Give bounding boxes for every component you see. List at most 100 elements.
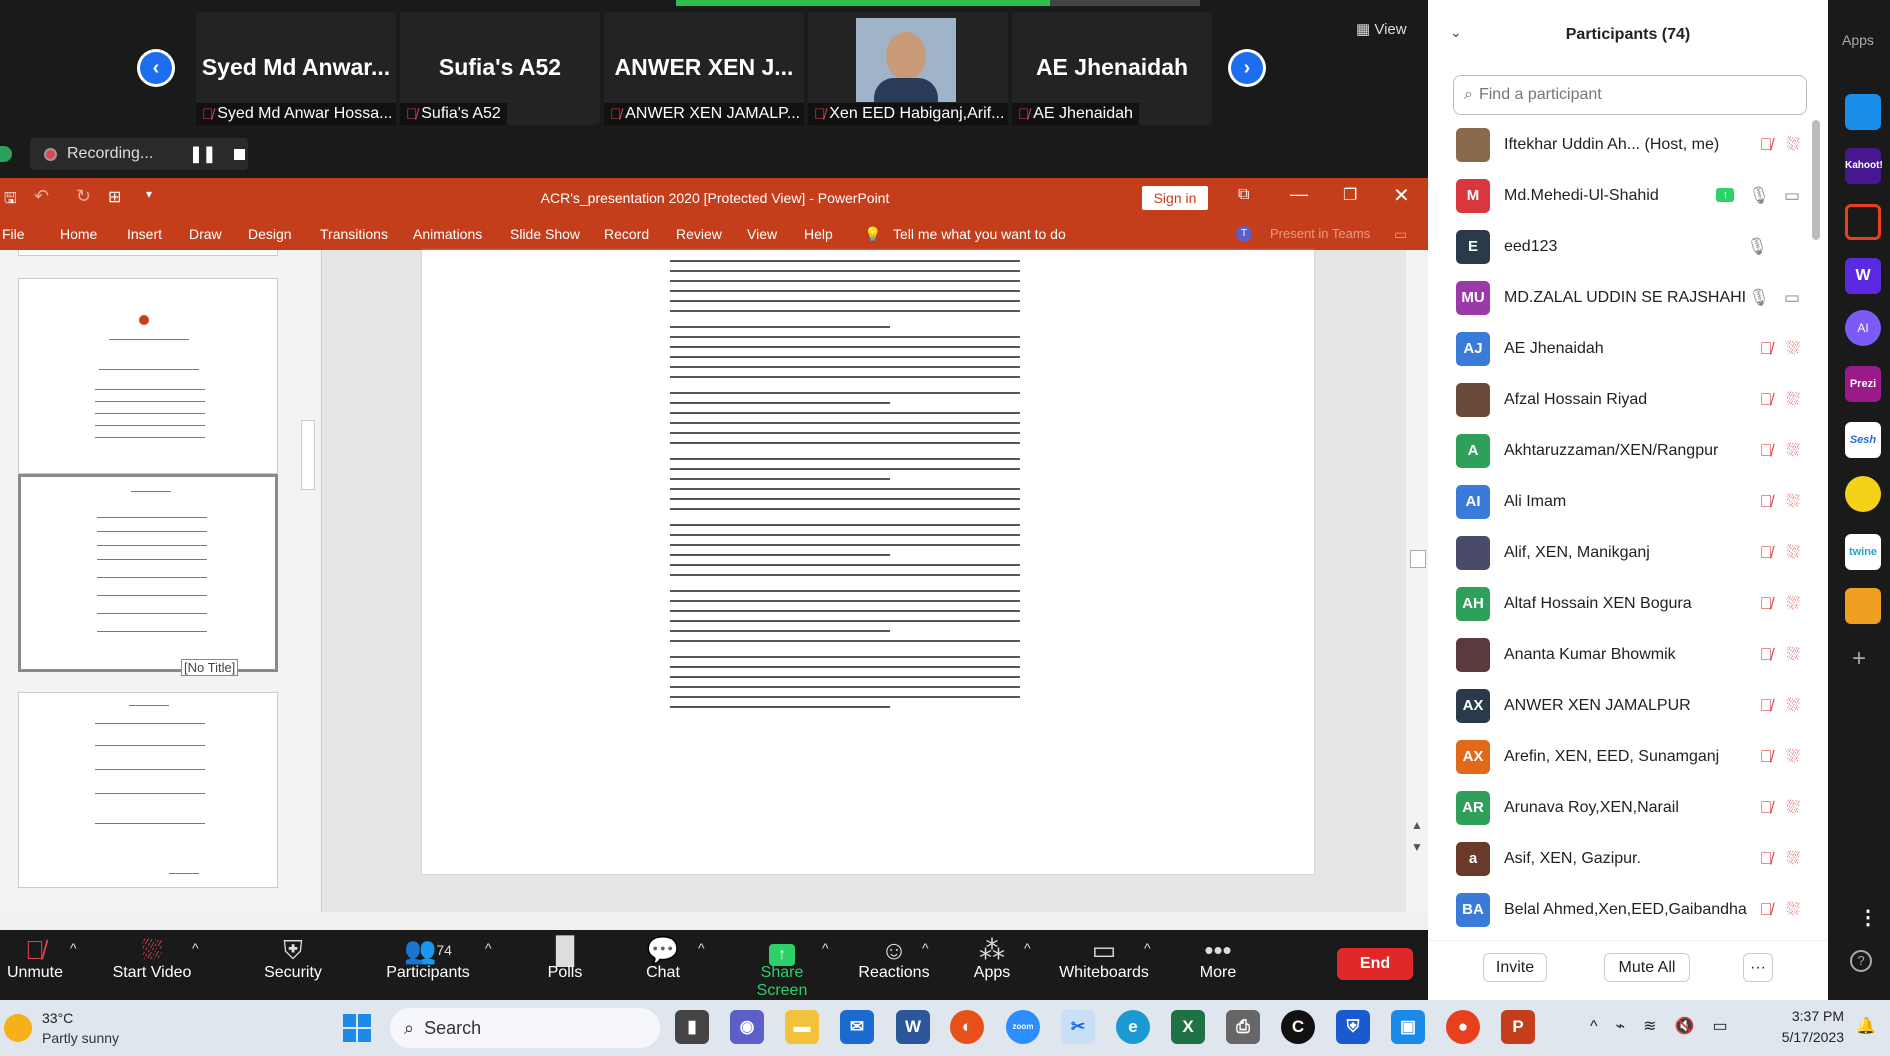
- chat-button[interactable]: 💬 Chat: [633, 930, 693, 1000]
- share-screen-button[interactable]: ↑ Share Screen: [734, 930, 830, 1000]
- next-page-button[interactable]: ›: [1228, 49, 1266, 87]
- start-from-beginning-icon[interactable]: ⊞: [108, 187, 121, 207]
- editor-scrollbar[interactable]: ▲ ▼: [1406, 250, 1428, 912]
- participant-row[interactable]: Ananta Kumar Bhowmik 🎙̸ ⛆: [1428, 629, 1818, 680]
- notification-icon[interactable]: 🔔: [1856, 1016, 1876, 1036]
- ribbon-display-icon[interactable]: ⧉: [1238, 186, 1249, 204]
- undo-icon[interactable]: ↶: [34, 186, 49, 207]
- taskbar-search-box[interactable]: ⌕ Search: [390, 1008, 660, 1048]
- slide-thumbnail[interactable]: [18, 692, 278, 888]
- scroll-thumb[interactable]: [301, 420, 315, 490]
- excel-icon[interactable]: X: [1171, 1010, 1205, 1044]
- participant-row[interactable]: AX ANWER XEN JAMALPUR 🎙̸ ⛆: [1428, 680, 1818, 731]
- system-tray-icons[interactable]: ^⌁≋🔇▭: [1590, 1016, 1746, 1036]
- tab-insert[interactable]: Insert: [127, 226, 162, 242]
- slide-thumbnail[interactable]: [18, 278, 278, 474]
- more-options-button[interactable]: ···: [1743, 953, 1773, 982]
- thumbnail-scrollbar[interactable]: [298, 250, 318, 912]
- tab-record[interactable]: Record: [604, 226, 649, 242]
- tab-view[interactable]: View: [747, 226, 777, 242]
- share-caret-icon[interactable]: ^: [822, 940, 829, 956]
- app-icon[interactable]: [1845, 476, 1881, 512]
- participant-row[interactable]: Alif, XEN, Manikganj 🎙̸ ⛆: [1428, 527, 1818, 578]
- tab-design[interactable]: Design: [248, 226, 292, 242]
- whiteboards-button[interactable]: ▭ Whiteboards: [1058, 930, 1150, 1000]
- video-tile[interactable]: 🎙̸ Xen EED Habiganj,Arif...: [808, 12, 1008, 125]
- chrome-icon[interactable]: ●: [1446, 1010, 1480, 1044]
- more-vertical-icon[interactable]: ⋮: [1858, 905, 1878, 930]
- printer-icon[interactable]: ⎙: [1226, 1010, 1260, 1044]
- video-tile[interactable]: Sufia's A52 🎙̸ Sufia's A52: [400, 12, 600, 125]
- slide-thumbnail[interactable]: [18, 250, 278, 256]
- customize-toolbar-icon[interactable]: ▾: [146, 187, 152, 201]
- stop-icon[interactable]: [234, 148, 246, 160]
- tab-help[interactable]: Help: [804, 226, 833, 242]
- participant-row[interactable]: MU MD.ZALAL UDDIN SE RAJSHAHI ... 🎙 ▭: [1428, 272, 1818, 323]
- app-icon[interactable]: [1845, 94, 1881, 130]
- video-tile[interactable]: ANWER XEN J... 🎙̸ ANWER XEN JAMALP...: [604, 12, 804, 125]
- windows-start-icon[interactable]: [343, 1014, 373, 1042]
- zoom-icon[interactable]: zoom: [1006, 1010, 1040, 1044]
- participant-row[interactable]: AX Arefin, XEN, EED, Sunamganj 🎙̸ ⛆: [1428, 731, 1818, 782]
- add-app-icon[interactable]: +: [1852, 645, 1866, 673]
- list-scroll-thumb[interactable]: [1812, 120, 1820, 240]
- participant-row[interactable]: AR Arunava Roy,XEN,Narail 🎙̸ ⛆: [1428, 782, 1818, 833]
- tell-me-search[interactable]: Tell me what you want to do: [893, 226, 1066, 242]
- app-icon[interactable]: W: [1845, 258, 1881, 294]
- tab-slide-show[interactable]: Slide Show: [510, 226, 580, 242]
- redo-icon[interactable]: ↻: [76, 186, 91, 207]
- participant-row[interactable]: Iftekhar Uddin Ah... (Host, me) 🎙̸ ⛆: [1428, 119, 1818, 170]
- close-icon[interactable]: ✕: [1393, 183, 1410, 208]
- task-view-icon[interactable]: ▮: [675, 1010, 709, 1044]
- whiteboards-caret-icon[interactable]: ^: [1144, 940, 1151, 956]
- reactions-caret-icon[interactable]: ^: [922, 940, 929, 956]
- apps-caret-icon[interactable]: ^: [1024, 940, 1031, 956]
- view-button[interactable]: ▦ View: [1356, 20, 1407, 38]
- invite-button[interactable]: Invite: [1483, 953, 1547, 982]
- app-icon[interactable]: [1845, 588, 1881, 624]
- participant-row[interactable]: Afzal Hossain Riyad 🎙̸ ⛆: [1428, 374, 1818, 425]
- participants-caret-icon[interactable]: ^: [485, 940, 492, 956]
- participant-row[interactable]: A Akhtaruzzaman/XEN/Rangpur 🎙̸ ⛆: [1428, 425, 1818, 476]
- kahoot-app-icon[interactable]: Kahoot!: [1845, 148, 1883, 184]
- participants-button[interactable]: 👥74 Participants: [382, 930, 474, 1000]
- mail-icon[interactable]: ✉: [840, 1010, 874, 1044]
- tab-file[interactable]: File: [2, 226, 25, 242]
- edge-icon[interactable]: e: [1116, 1010, 1150, 1044]
- save-icon[interactable]: 🖫: [4, 188, 17, 213]
- teams-chat-icon[interactable]: ◉: [730, 1010, 764, 1044]
- unmute-button[interactable]: 🎙̸ Unmute: [0, 930, 70, 1000]
- previous-slide-icon[interactable]: ▲: [1411, 818, 1423, 832]
- participant-row[interactable]: Eeed123 🎙: [1428, 221, 1818, 272]
- slide-thumbnail-selected[interactable]: [No Title]: [18, 474, 278, 676]
- video-tile[interactable]: Syed Md Anwar... 🎙̸ Syed Md Anwar Hossa..…: [196, 12, 396, 125]
- prev-page-button[interactable]: ‹: [137, 49, 175, 87]
- polls-button[interactable]: ▐▌ Polls: [535, 930, 595, 1000]
- apps-button[interactable]: ⁂ Apps: [966, 930, 1018, 1000]
- twine-app-icon[interactable]: twine: [1845, 534, 1881, 570]
- tab-transitions[interactable]: Transitions: [320, 226, 388, 242]
- scroll-thumb[interactable]: [1410, 550, 1426, 568]
- app-icon[interactable]: [1845, 204, 1881, 240]
- comments-icon[interactable]: ▭: [1394, 226, 1407, 243]
- app-window-icon[interactable]: ▣: [1391, 1010, 1425, 1044]
- tab-home[interactable]: Home: [60, 226, 97, 242]
- participant-row[interactable]: BA Belal Ahmed,Xen,EED,Gaibandha 🎙̸ ⛆: [1428, 884, 1818, 927]
- video-options-caret-icon[interactable]: ^: [192, 940, 199, 956]
- tab-animations[interactable]: Animations: [413, 226, 482, 242]
- video-tile[interactable]: AE Jhenaidah 🎙̸ AE Jhenaidah: [1012, 12, 1212, 125]
- app-icon[interactable]: AI: [1845, 310, 1881, 346]
- more-button[interactable]: ••• More: [1193, 930, 1243, 1000]
- participant-row[interactable]: a Asif, XEN, Gazipur. 🎙̸ ⛆: [1428, 833, 1818, 884]
- security-button[interactable]: ⛨ Security: [258, 930, 328, 1000]
- app-icon[interactable]: C: [1281, 1010, 1315, 1044]
- tab-draw[interactable]: Draw: [189, 226, 222, 242]
- minimize-icon[interactable]: —: [1290, 184, 1308, 205]
- snipping-tool-icon[interactable]: ✂: [1061, 1010, 1095, 1044]
- find-participant-input[interactable]: ⌕ Find a participant: [1453, 75, 1807, 115]
- participant-row[interactable]: AI Ali Imam 🎙̸ ⛆: [1428, 476, 1818, 527]
- help-icon[interactable]: ?: [1850, 950, 1872, 972]
- participant-row[interactable]: AH Altaf Hossain XEN Bogura 🎙̸ ⛆: [1428, 578, 1818, 629]
- participant-row[interactable]: M Md.Mehedi-Ul-Shahid ↑ 🎙 ▭: [1428, 170, 1818, 221]
- prezi-app-icon[interactable]: Prezi: [1845, 366, 1881, 402]
